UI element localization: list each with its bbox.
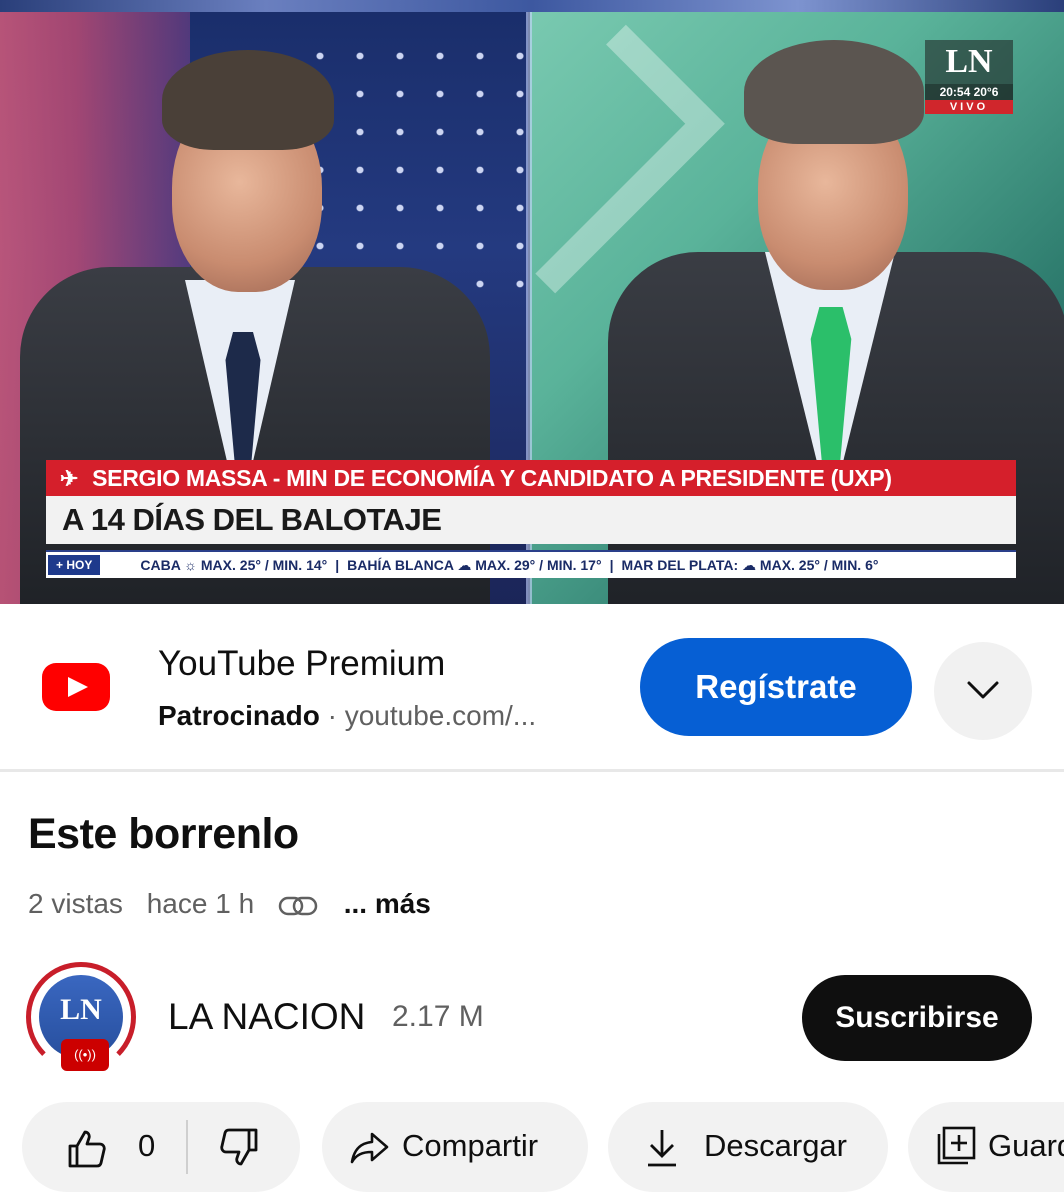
subscriber-count: 2.17 M — [392, 1000, 484, 1033]
channel-watermark: LN 20:54 20°6 VIVO — [925, 40, 1013, 116]
plane-icon: ✈ — [60, 466, 79, 491]
sponsored-label: Patrocinado — [158, 700, 320, 731]
ticker-item: BAHÍA BLANCA ☁ MAX. 29° / MIN. 17° — [347, 557, 602, 573]
like-icon[interactable] — [64, 1126, 108, 1170]
video-player[interactable]: LN 20:54 20°6 VIVO ✈ SERGIO MASSA - MIN D… — [0, 0, 1064, 604]
video-top-bar — [0, 0, 1064, 12]
register-button[interactable]: Regístrate — [640, 638, 912, 736]
ticker-separator: | — [335, 557, 340, 573]
ad-title: YouTube Premium — [158, 644, 446, 683]
download-label: Descargar — [704, 1128, 847, 1163]
share-icon — [350, 1132, 389, 1164]
download-button[interactable]: Descargar — [608, 1102, 888, 1192]
view-count: 2 vistas — [28, 888, 123, 919]
video-title[interactable]: Este borrenlo — [28, 810, 299, 859]
expand-ad-button[interactable] — [934, 642, 1032, 740]
sponsored-ad[interactable]: YouTube Premium Patrocinado · youtube.co… — [0, 604, 1064, 772]
save-to-playlist-icon — [937, 1126, 976, 1165]
share-button[interactable]: Compartir — [322, 1102, 588, 1192]
chevron-down-icon — [967, 681, 999, 699]
avatar-text: LN — [60, 993, 102, 1026]
headline-top: SERGIO MASSA - MIN DE ECONOMÍA Y CANDIDA… — [92, 465, 892, 491]
channel-avatar[interactable]: LN ((•)) — [26, 962, 136, 1072]
ticker-item: CABA ☼ MAX. 25° / MIN. 14° — [140, 557, 328, 573]
link-icon — [278, 896, 318, 915]
like-count: 0 — [138, 1128, 156, 1163]
save-button[interactable]: Guardar — [908, 1102, 1064, 1192]
ad-subtitle: Patrocinado · youtube.com/... — [158, 700, 536, 732]
ticker-tag: + HOY — [48, 555, 101, 575]
channel-name[interactable]: LA NACION — [168, 996, 365, 1038]
ticker-item: MAR DEL PLATA: ☁ MAX. 25° / MIN. 6° — [621, 557, 879, 573]
subscribe-button[interactable]: Suscribirse — [802, 975, 1032, 1061]
lower-third-main: A 14 DÍAS DEL BALOTAJE — [46, 496, 1016, 544]
weather-ticker: + HOY CABA ☼ MAX. 25° / MIN. 14° | BAHÍA BL… — [46, 550, 1016, 578]
ticker-separator: | — [609, 557, 614, 573]
more-link[interactable]: ... más — [344, 888, 431, 919]
broadcast-clock: 20:54 20°6 — [925, 84, 1013, 100]
share-label: Compartir — [402, 1128, 539, 1163]
like-dislike-pill: 0 — [22, 1102, 300, 1192]
ln-logo-mark: LN — [925, 40, 1013, 84]
live-badge: VIVO — [925, 100, 1013, 114]
ad-url[interactable]: youtube.com/... — [345, 700, 536, 731]
upload-age: hace 1 h — [146, 888, 255, 919]
video-meta[interactable]: 2 vistas hace 1 h ... más — [28, 888, 447, 920]
separator-dot: · — [327, 700, 337, 731]
youtube-logo-icon — [42, 663, 110, 711]
dislike-icon[interactable] — [218, 1126, 262, 1170]
live-broadcast-icon: ((•)) — [61, 1039, 109, 1071]
lower-third-top: ✈ SERGIO MASSA - MIN DE ECONOMÍA Y CANDID… — [46, 460, 1016, 496]
save-label: Guardar — [988, 1128, 1064, 1163]
action-bar: 0 Compartir Descargar Guardar — [0, 1102, 1064, 1194]
download-icon — [648, 1130, 676, 1167]
